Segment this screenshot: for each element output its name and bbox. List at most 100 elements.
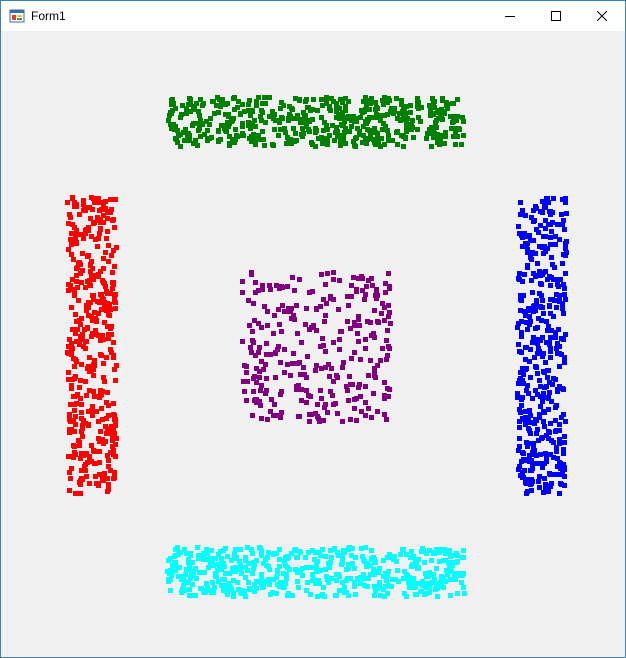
point [323,282,328,287]
maximize-button[interactable] [533,1,579,31]
point [532,452,537,457]
point [540,298,545,303]
point [564,211,569,216]
point [349,294,354,299]
point [272,127,277,132]
point [105,210,110,215]
point [67,488,72,493]
point [544,433,549,438]
title-bar[interactable]: Form1 [1,1,625,31]
point [385,353,390,358]
point [521,451,526,456]
point [282,347,287,352]
point [169,111,174,116]
point [424,136,429,141]
point [84,303,89,308]
point [242,363,247,368]
point [107,302,112,307]
point [350,561,355,566]
point [363,346,368,351]
red-cluster [65,195,119,496]
point [257,375,262,380]
point [289,316,294,321]
point [560,469,565,474]
point [83,379,88,384]
point [449,126,454,131]
point [363,98,368,103]
point [101,361,106,366]
point [394,96,399,101]
point [523,357,528,362]
point [104,236,109,241]
point [98,429,103,434]
point [87,369,92,374]
point [198,586,203,591]
point [409,549,414,554]
point [379,311,384,316]
point [325,271,330,276]
point [105,489,110,494]
point [105,216,110,221]
point [375,115,380,120]
point [355,126,360,131]
point [395,142,400,147]
point [562,434,567,439]
point [108,326,113,331]
point [534,298,539,303]
point [271,116,276,121]
point [522,231,527,236]
point [545,375,550,380]
point [83,207,88,212]
point [356,276,361,281]
point [252,118,257,123]
point [540,199,545,204]
point [110,437,115,442]
point [321,585,326,590]
point [408,555,413,560]
point [559,352,564,357]
point [531,208,536,213]
point [106,413,111,418]
point [451,134,456,139]
point [90,413,95,418]
point [233,127,238,132]
point [331,379,336,384]
point [524,440,529,445]
point [541,311,546,316]
point [299,398,304,403]
point [265,417,270,422]
point [195,545,200,550]
point [281,585,286,590]
point [353,555,358,560]
point [363,384,368,389]
point [206,565,211,570]
point [447,548,452,553]
point [284,556,289,561]
point [99,353,104,358]
point [547,304,552,309]
point [552,265,557,270]
close-button[interactable] [579,1,625,31]
point [261,561,266,566]
point [315,108,320,113]
point [188,551,193,556]
point [562,360,567,365]
point [262,304,267,309]
point [545,328,550,333]
point [310,572,315,577]
point [517,378,522,383]
point [535,325,540,330]
point [235,105,240,110]
point [209,135,214,140]
point [72,376,77,381]
point [66,344,71,349]
point [415,127,420,132]
point [434,566,439,571]
point [523,313,528,318]
point [315,402,320,407]
minimize-button[interactable] [487,1,533,31]
point [310,107,315,112]
point [366,563,371,568]
point [537,378,542,383]
point [268,592,273,597]
